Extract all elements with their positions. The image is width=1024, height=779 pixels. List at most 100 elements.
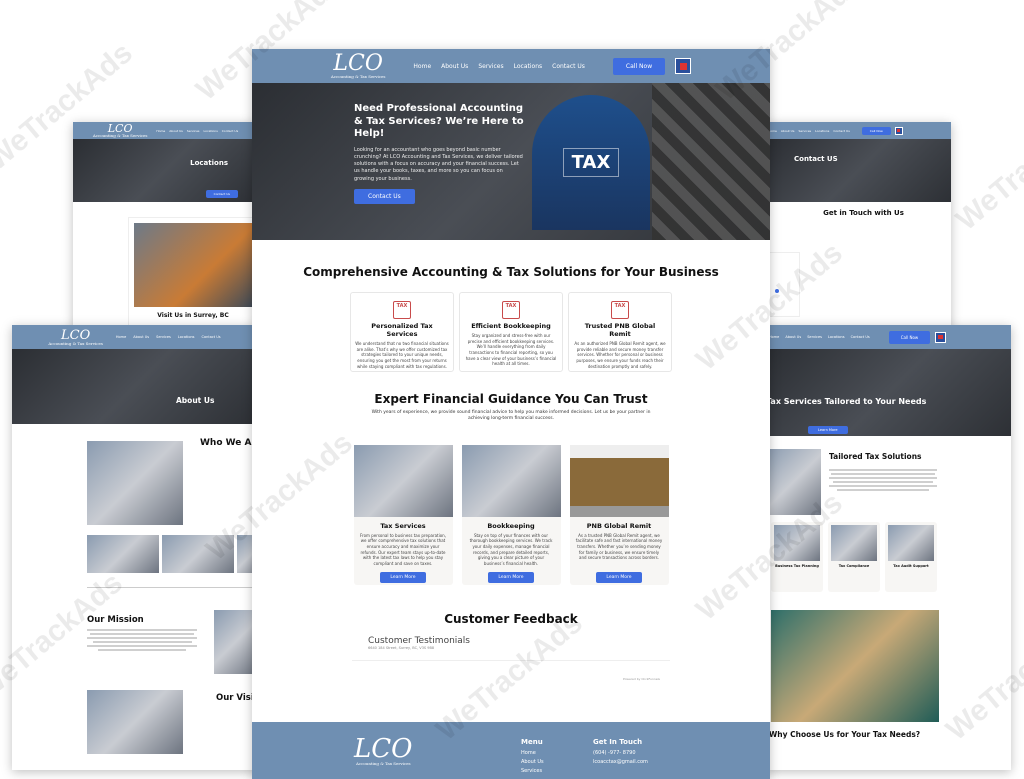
- pnb-badge-icon: [675, 58, 692, 74]
- solution-body: As an authorized PNB Global Remit agent,…: [574, 341, 666, 369]
- divider: [352, 659, 670, 661]
- footer-link-about[interactable]: About Us: [521, 758, 544, 767]
- gallery-image: [87, 535, 159, 573]
- contact-button[interactable]: Contact Us: [205, 190, 238, 198]
- logo[interactable]: LCO Accounting & Tax Services: [48, 329, 103, 346]
- hero-title: Locations: [190, 159, 228, 167]
- get-in-touch-title: Get in Touch with Us: [823, 209, 904, 217]
- testimonials-widget: Customer Testimonials 6640 184 Street, S…: [368, 636, 770, 650]
- testimonials-address: 6640 184 Street, Surrey, BC, V3S 9B8: [368, 645, 435, 650]
- solution-card: TAX Efficient Bookkeeping Stay organized…: [459, 292, 563, 373]
- contact-us-button[interactable]: Contact Us: [354, 188, 415, 204]
- pnb-office-image: [569, 444, 669, 517]
- nav-home[interactable]: Home: [413, 63, 431, 70]
- who-we-are-image: [87, 441, 183, 525]
- logo[interactable]: LCO Accounting & Tax Services: [93, 123, 148, 138]
- mission-text: [87, 627, 197, 653]
- watermark: WeTrackAds: [950, 96, 1024, 237]
- call-now-button[interactable]: Call Now: [612, 57, 666, 75]
- hero-body: Looking for an accountant who goes beyon…: [354, 146, 523, 182]
- nav-services[interactable]: Services: [798, 129, 811, 133]
- solutions-title: Comprehensive Accounting & Tax Solutions…: [303, 265, 719, 279]
- nav-locations[interactable]: Locations: [815, 129, 829, 133]
- feedback-title: Customer Feedback: [444, 611, 578, 626]
- tax-services-page-preview: Home About Us Services Locations Contact…: [766, 325, 1011, 770]
- guidance-body: With years of experience, we provide sou…: [371, 410, 651, 422]
- selected-date[interactable]: [775, 289, 779, 293]
- nav-contact[interactable]: Contact Us: [851, 335, 870, 339]
- income-tax-return-image: [771, 610, 939, 722]
- solution-title: Trusted PNB Global Remit: [584, 322, 656, 339]
- locations-page-preview: LCO Accounting & Tax Services Home About …: [73, 122, 258, 332]
- nav-locations[interactable]: Locations: [828, 335, 845, 339]
- nav-locations[interactable]: Locations: [514, 63, 543, 70]
- service-title: Bookkeeping: [487, 521, 535, 530]
- footer-contact: Get In Touch (604) -977- 8790 lcoacctax@…: [593, 736, 648, 767]
- about-hero: About Us: [12, 349, 257, 424]
- nav-contact[interactable]: Contact Us: [552, 63, 585, 70]
- nav-home[interactable]: Home: [769, 335, 779, 339]
- powered-by[interactable]: Powered by ClickFunnels: [252, 677, 660, 681]
- footer-menu: Menu Home About Us Services: [521, 736, 544, 776]
- learn-more-button[interactable]: Learn More: [380, 571, 426, 583]
- nav-home[interactable]: Home: [116, 335, 126, 339]
- service-title: Tax Services: [380, 521, 426, 530]
- nav-bar: LCO Accounting & Tax Services Home About …: [252, 49, 770, 83]
- nav-contact[interactable]: Contact Us: [222, 129, 238, 133]
- nav-about[interactable]: About Us: [133, 335, 149, 339]
- service-title: PNB Global Remit: [586, 521, 652, 530]
- nav-home[interactable]: Home: [156, 129, 165, 133]
- tax-services-image: [353, 444, 453, 517]
- nav-bar: LCO Accounting & Tax Services Home About …: [12, 325, 257, 349]
- hero-title: About Us: [176, 396, 215, 405]
- learn-more-button[interactable]: Learn More: [808, 426, 848, 434]
- location-card: Visit Us in Surrey, BC: [128, 217, 258, 327]
- nav-services[interactable]: Services: [807, 335, 822, 339]
- tax-document-icon: TAX: [502, 301, 520, 320]
- footer-menu-title: Menu: [521, 738, 543, 746]
- guidance-title: Expert Financial Guidance You Can Trust: [374, 392, 648, 407]
- footer-contact-title: Get In Touch: [593, 738, 643, 746]
- bookkeeping-image: [461, 444, 561, 517]
- home-page-preview: LCO Accounting & Tax Services Home About …: [252, 49, 770, 779]
- contact-page-preview: Home About Us Services Locations Contact…: [766, 122, 951, 332]
- contact-hero: Contact US: [766, 139, 951, 202]
- about-page-preview: LCO Accounting & Tax Services Home About …: [12, 325, 257, 770]
- gallery-image: [162, 535, 234, 573]
- tax-hero: Tax Services Tailored to Your Needs Lear…: [766, 349, 1011, 436]
- booking-calendar[interactable]: [768, 252, 800, 317]
- locations-hero: Locations Contact Us: [73, 139, 258, 202]
- city-image: [134, 223, 254, 307]
- nav-contact[interactable]: Contact Us: [202, 335, 221, 339]
- nav-services[interactable]: Services: [478, 63, 503, 70]
- mission-title: Our Mission: [87, 615, 144, 625]
- nav-locations[interactable]: Locations: [204, 129, 218, 133]
- why-choose-title: Why Choose Us for Your Tax Needs?: [769, 730, 921, 739]
- nav-services[interactable]: Services: [156, 335, 171, 339]
- nav-about[interactable]: About Us: [785, 335, 801, 339]
- nav-contact[interactable]: Contact Us: [833, 129, 849, 133]
- hero-title: Tax Services Tailored to Your Needs: [766, 397, 927, 406]
- learn-more-button[interactable]: Learn More: [488, 571, 534, 583]
- footer-phone[interactable]: (604) -977- 8790: [593, 749, 648, 758]
- nav-locations[interactable]: Locations: [178, 335, 195, 339]
- call-now-button[interactable]: Call Now: [888, 330, 931, 344]
- nav-services[interactable]: Services: [187, 129, 200, 133]
- tax-document-icon: TAX: [393, 301, 411, 320]
- nav-bar: Home About Us Services Locations Contact…: [766, 325, 1011, 349]
- footer-email[interactable]: lcoacctax@gmail.com: [593, 758, 648, 767]
- learn-more-button[interactable]: Learn More: [596, 571, 642, 583]
- solution-body: Stay organized and stress-free with our …: [465, 333, 557, 367]
- call-now-button[interactable]: Call Now: [861, 126, 891, 135]
- nav-about[interactable]: About Us: [441, 63, 468, 70]
- nav-about[interactable]: About Us: [169, 129, 183, 133]
- logo[interactable]: LCO Accounting & Tax Services: [331, 53, 386, 79]
- solution-card: TAX Trusted PNB Global Remit As an autho…: [568, 292, 672, 373]
- service-body: From personal to business tax preparatio…: [360, 532, 446, 566]
- solution-title: Personalized Tax Services: [371, 322, 433, 339]
- nav-about[interactable]: About Us: [781, 129, 795, 133]
- footer-logo[interactable]: LCO Accounting & Tax Services: [354, 736, 412, 766]
- solution-card: TAX Personalized Tax Services We underst…: [350, 292, 454, 373]
- mission-image: [214, 610, 257, 674]
- footer-link-home[interactable]: Home: [521, 749, 544, 758]
